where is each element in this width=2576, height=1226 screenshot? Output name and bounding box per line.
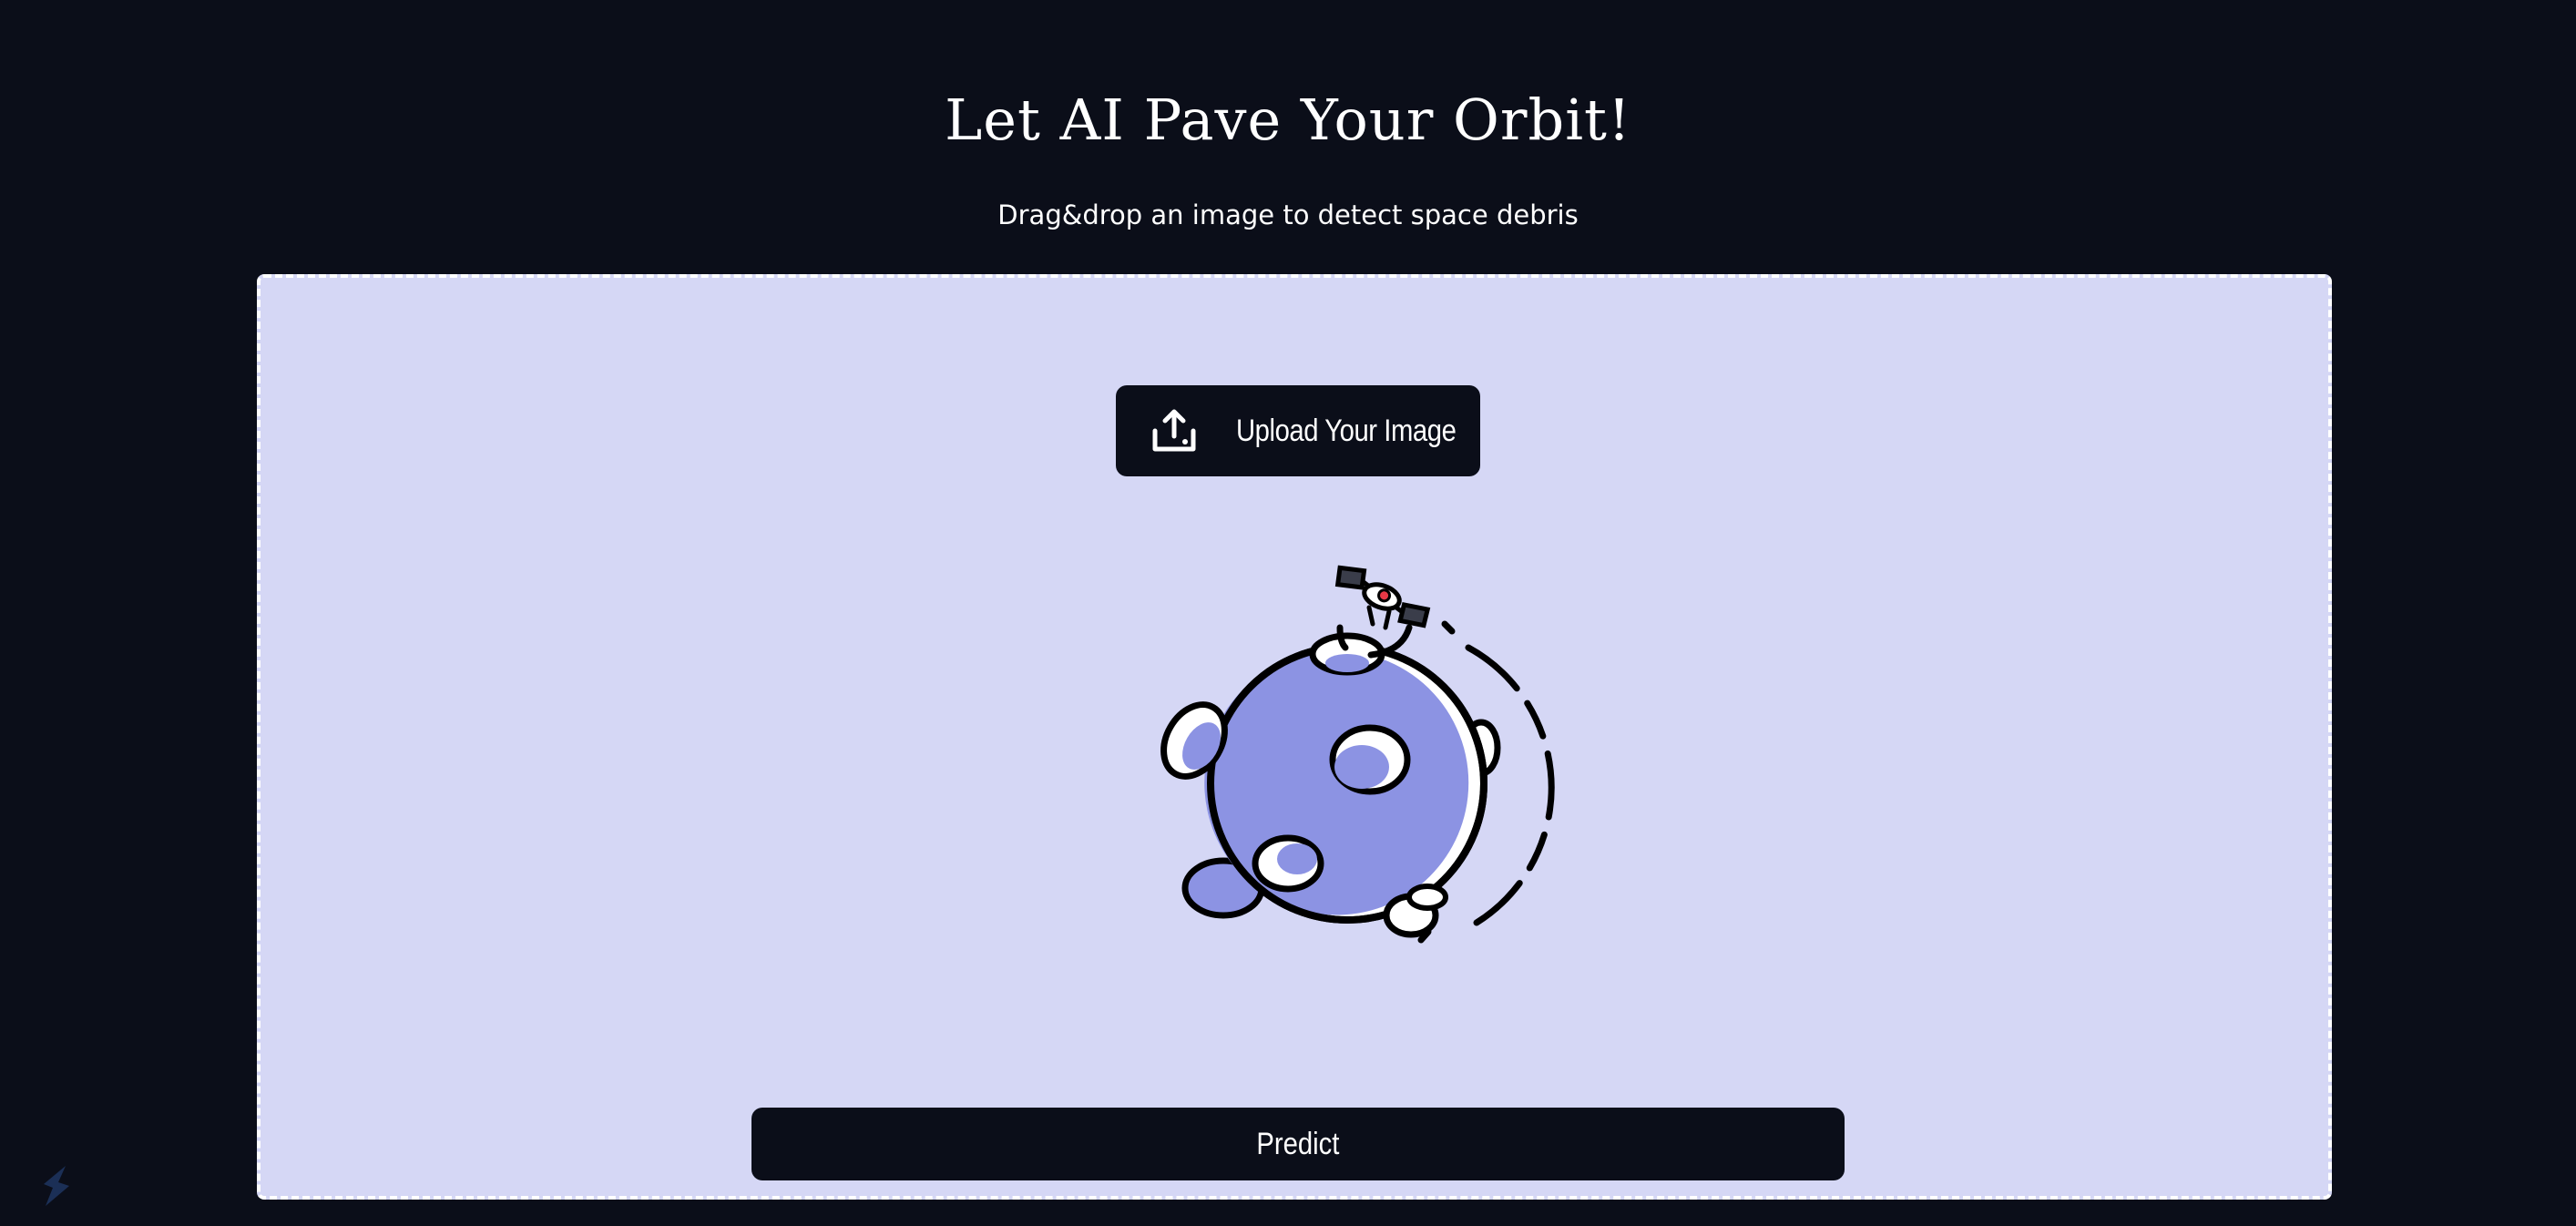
image-drop-zone[interactable]: Upload Your Image Predict	[257, 274, 2332, 1200]
app-logo-icon	[44, 1166, 69, 1206]
upload-image-button[interactable]: Upload Your Image	[1116, 385, 1480, 476]
upload-icon	[1152, 409, 1196, 452]
page-title: Let AI Pave Your Orbit!	[945, 87, 1631, 153]
planet-illustration	[1160, 565, 1555, 944]
predict-button[interactable]: Predict	[751, 1108, 1845, 1180]
predict-button-label: Predict	[1256, 1127, 1340, 1161]
page-subtitle: Drag&drop an image to detect space debri…	[997, 199, 1579, 230]
upload-button-label: Upload Your Image	[1236, 414, 1457, 448]
